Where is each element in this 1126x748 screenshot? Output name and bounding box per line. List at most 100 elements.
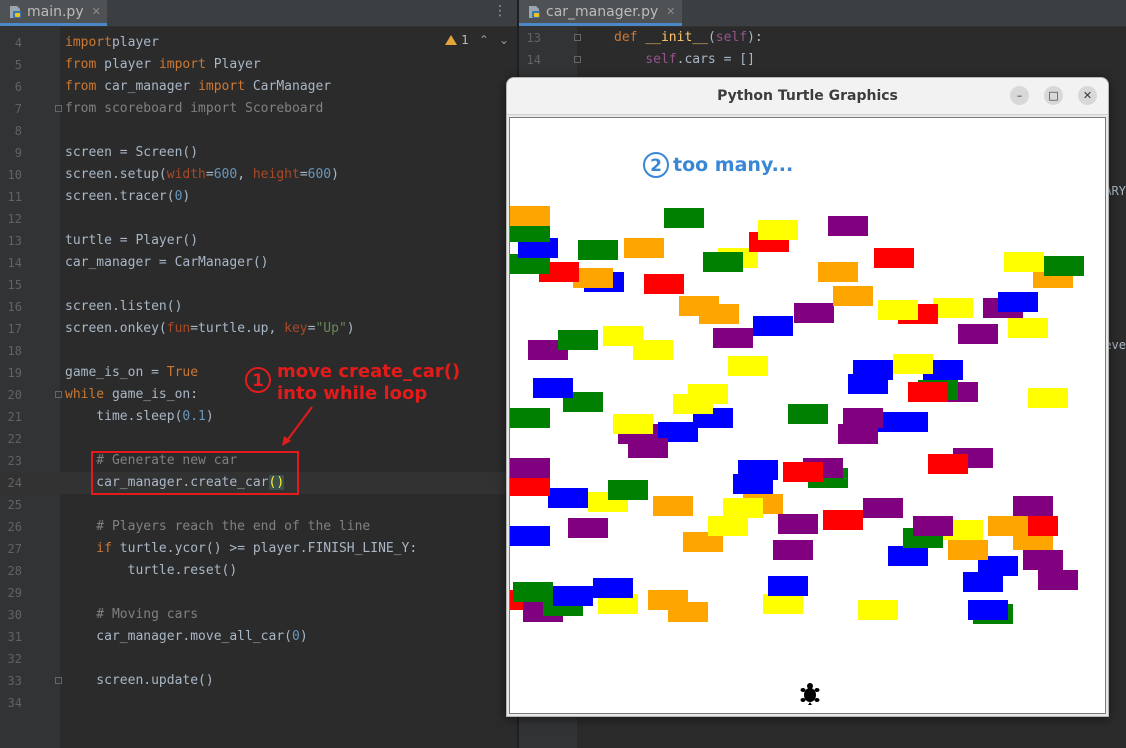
code-line[interactable]: 14 car_manager = CarManager() [0, 252, 517, 274]
code-text: screen.setup(width=600, height=600) [65, 167, 339, 182]
code-line[interactable]: 16 screen.listen() [0, 296, 517, 318]
line-number: 9 [14, 146, 22, 160]
turtle-graphics-window[interactable]: Python Turtle Graphics – □ ✕ 2 too many.… [506, 77, 1109, 717]
car [608, 480, 648, 500]
car [948, 540, 988, 560]
window-titlebar[interactable]: Python Turtle Graphics – □ ✕ [507, 78, 1108, 115]
close-button[interactable]: ✕ [1078, 86, 1097, 105]
code-line[interactable]: 26 # Players reach the end of the line [0, 516, 517, 538]
code-line[interactable]: 22 [0, 428, 517, 450]
step-2-text: too many... [673, 154, 794, 176]
code-line[interactable]: 27 if turtle.ycor() >= player.FINISH_LIN… [0, 538, 517, 560]
car [1004, 252, 1044, 272]
code-text: car_manager.move_all_car(0) [65, 629, 308, 644]
code-line[interactable]: 9 screen = Screen() [0, 142, 517, 164]
line-number: 11 [7, 190, 22, 204]
code-line[interactable]: 13 turtle = Player() [0, 230, 517, 252]
car [833, 286, 873, 306]
code-text: screen.onkey(fun=turtle.up, key="Up") [65, 321, 355, 336]
car [874, 248, 914, 268]
code-line[interactable]: 17 screen.onkey(fun=turtle.up, key="Up") [0, 318, 517, 340]
fold-marker-icon[interactable] [574, 56, 581, 63]
car [928, 454, 968, 474]
code-line[interactable]: 11 screen.tracer(0) [0, 186, 517, 208]
line-number: 12 [7, 212, 22, 226]
line-number: 24 [7, 476, 22, 490]
car [553, 586, 593, 606]
code-line[interactable]: 6 from car_manager import CarManager [0, 76, 517, 98]
car [913, 516, 953, 536]
close-tab-icon[interactable]: ✕ [92, 5, 101, 18]
line-number: 28 [7, 564, 22, 578]
car [788, 404, 828, 424]
annotation-step-1: 1 move create_car() into while loop [245, 361, 460, 405]
more-options-icon[interactable]: ⋮ [493, 3, 507, 19]
maximize-button[interactable]: □ [1044, 86, 1063, 105]
car [768, 576, 808, 596]
car [688, 384, 728, 404]
car [738, 460, 778, 480]
car [758, 220, 798, 240]
car [778, 514, 818, 534]
code-line[interactable]: 15 [0, 274, 517, 296]
code-line[interactable]: 18 [0, 340, 517, 362]
fold-marker-icon[interactable] [574, 34, 581, 41]
code-text: # Moving cars [65, 607, 199, 622]
tab-car-manager-py[interactable]: car_manager.py ✕ [519, 0, 682, 26]
code-line[interactable]: 28 turtle.reset() [0, 560, 517, 582]
car [1023, 550, 1063, 570]
line-number: 14 [526, 53, 541, 67]
line-number: 25 [7, 498, 22, 512]
fold-marker-icon[interactable] [55, 677, 62, 684]
line-number: 18 [7, 344, 22, 358]
code-line[interactable]: 32 [0, 648, 517, 670]
car [828, 216, 868, 236]
line-number: 14 [7, 256, 22, 270]
code-line[interactable]: 31 car_manager.move_all_car(0) [0, 626, 517, 648]
code-text: # Players reach the end of the line [65, 519, 371, 534]
code-text: turtle.reset() [65, 563, 238, 578]
code-text: car_manager = CarManager() [65, 255, 269, 270]
code-line[interactable]: 14 self.cars = [] [519, 49, 1126, 71]
turtle-canvas[interactable]: 2 too many... [509, 117, 1106, 714]
fold-marker-icon[interactable] [55, 105, 62, 112]
code-line[interactable]: 25 [0, 494, 517, 516]
code-line[interactable]: 30 # Moving cars [0, 604, 517, 626]
close-tab-icon[interactable]: ✕ [666, 5, 675, 18]
line-number: 16 [7, 300, 22, 314]
code-text: from car_manager import CarManager [65, 79, 332, 94]
car [558, 330, 598, 350]
code-line[interactable]: 33 screen.update() [0, 670, 517, 692]
line-number: 8 [14, 124, 22, 138]
line-number: 15 [7, 278, 22, 292]
step-1-badge: 1 [245, 367, 271, 393]
annotation-step-2: 2 too many... [643, 152, 793, 178]
code-text: screen.listen() [65, 299, 183, 314]
code-line[interactable]: 12 [0, 208, 517, 230]
code-line[interactable]: 5 from player import Player [0, 54, 517, 76]
code-line[interactable]: 21 time.sleep(0.1) [0, 406, 517, 428]
car [843, 408, 883, 428]
code-text: screen.tracer(0) [65, 189, 191, 204]
car [708, 516, 748, 536]
car [513, 582, 553, 602]
code-line[interactable]: 29 [0, 582, 517, 604]
minimize-button[interactable]: – [1010, 86, 1029, 105]
code-line[interactable]: 10 screen.setup(width=600, height=600) [0, 164, 517, 186]
car [1028, 388, 1068, 408]
line-number: 32 [7, 652, 22, 666]
line-number: 27 [7, 542, 22, 556]
code-line[interactable]: 34 [0, 692, 517, 714]
car [988, 516, 1028, 536]
code-line[interactable]: 7 from scoreboard import Scoreboard [0, 98, 517, 120]
car [548, 488, 588, 508]
code-line[interactable]: 13 def __init__(self): [519, 27, 1126, 49]
code-line[interactable]: 4 importplayer [0, 32, 517, 54]
line-number: 21 [7, 410, 22, 424]
car [853, 360, 893, 380]
code-line[interactable]: 8 [0, 120, 517, 142]
car [723, 498, 763, 518]
fold-marker-icon[interactable] [55, 391, 62, 398]
car [664, 208, 704, 228]
tab-main-py[interactable]: main.py ✕ [0, 0, 107, 26]
